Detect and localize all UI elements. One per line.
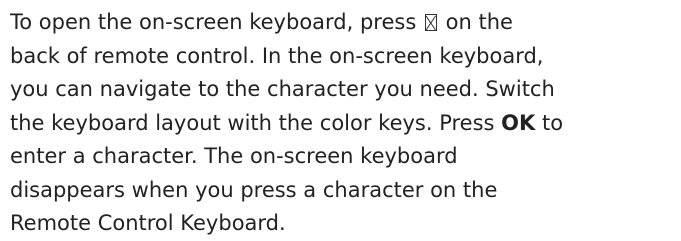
line-7: Remote Control Keyboard.: [10, 211, 286, 235]
line-6: disappears when you press a character on…: [10, 177, 498, 202]
remote-keyboard-key-icon: [424, 14, 437, 31]
line-4: the keyboard layout with the color keys.…: [10, 107, 678, 141]
text-line-1a: To open the on-screen keyboard, press: [10, 10, 423, 34]
instruction-paragraph: To open the on-screen keyboard, press on…: [10, 6, 678, 241]
line-5: enter a character. The on-screen keyboar…: [10, 144, 458, 168]
line-3: you can navigate to the character you ne…: [10, 77, 555, 101]
text-line-4a: the keyboard layout with the color keys.…: [10, 110, 502, 135]
line-2: back of remote control. In the on-screen…: [10, 43, 544, 68]
text-line-1b: on the: [438, 10, 513, 34]
ok-key-label: OK: [501, 110, 536, 135]
text-line-4b: to: [535, 110, 564, 135]
line-1: To open the on-screen keyboard, press on…: [10, 6, 678, 40]
